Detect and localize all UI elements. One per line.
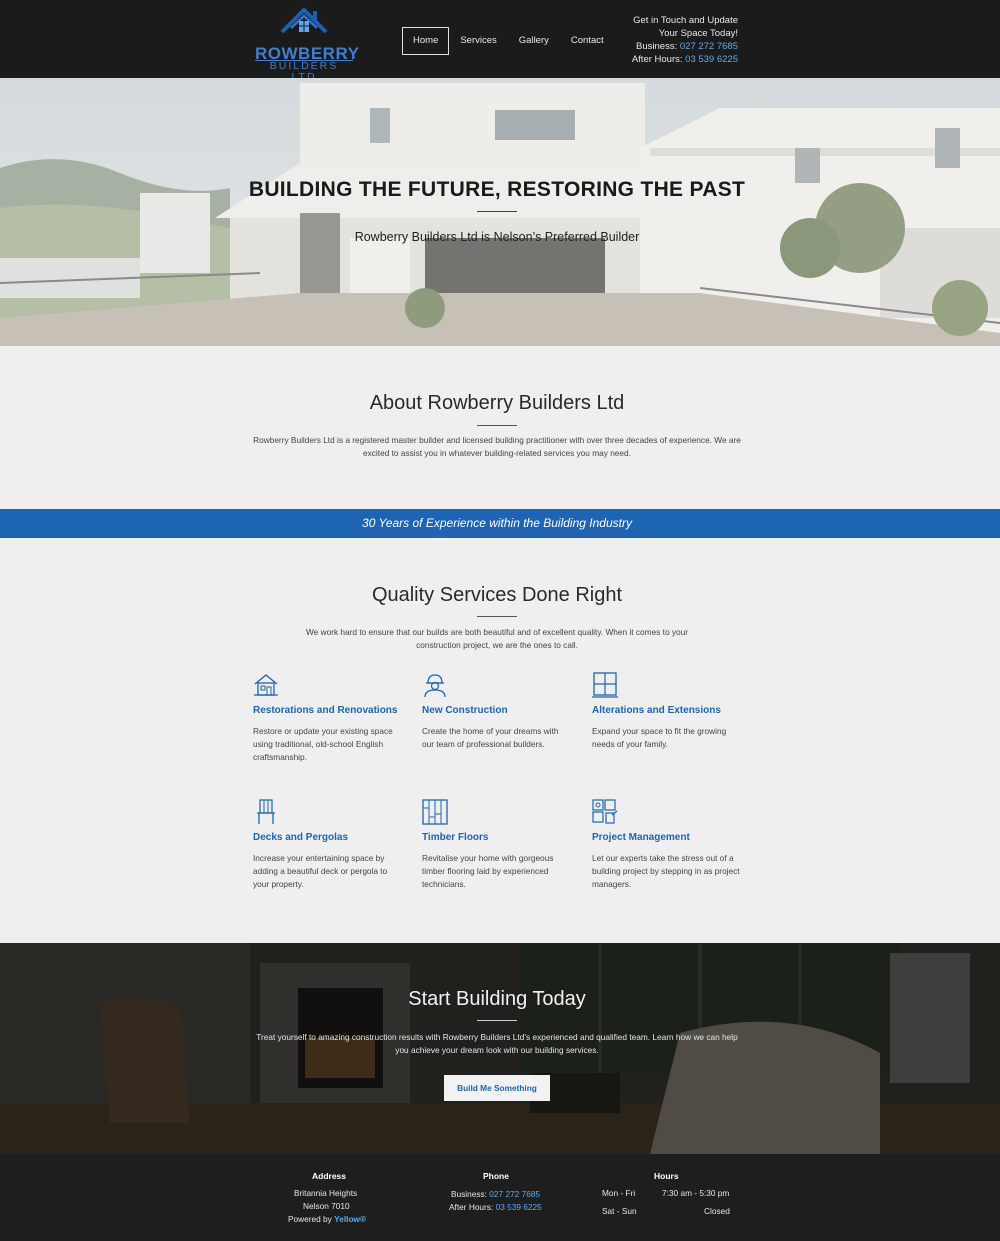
- nav-gallery[interactable]: Gallery: [508, 27, 560, 55]
- address-line-2: Nelson 7010: [303, 1201, 350, 1211]
- service-title: Decks and Pergolas: [253, 832, 349, 843]
- service-description: Let our experts take the stress out of a…: [592, 853, 740, 889]
- cta-title: Start Building Today: [408, 988, 586, 1010]
- service-description: Restore or update your existing space us…: [253, 726, 393, 762]
- service-title: Project Management: [592, 832, 690, 843]
- floorboards-icon: [422, 799, 448, 825]
- powered-by-label: Powered by: [288, 1214, 332, 1224]
- cta-divider: [477, 1020, 517, 1021]
- powered-by: Powered by Yellow®: [288, 1214, 366, 1224]
- services-intro: We work hard to ensure that our builds a…: [305, 627, 689, 650]
- after-hours-row: After Hours: 03 539 6225: [632, 53, 738, 66]
- about-title: About Rowberry Builders Ltd: [369, 392, 625, 414]
- cta-section: Start Building Today Treat yourself to a…: [0, 943, 1000, 1154]
- business-phone-link[interactable]: 027 272 7685: [680, 41, 738, 52]
- brand-logo[interactable]: ROWBERRY BUILDERS LTD: [255, 6, 359, 84]
- yellow-link[interactable]: Yellow®: [334, 1214, 366, 1224]
- main-nav: Home Services Gallery Contact: [402, 27, 615, 55]
- business-phone-row: Business: 027 272 7685: [632, 40, 738, 53]
- phone-heading: Phone: [483, 1171, 509, 1181]
- cta-text: Treat yourself to amazing construction r…: [256, 1032, 738, 1055]
- after-hours-label: After Hours:: [631, 54, 683, 65]
- service-description: Expand your space to fit the growing nee…: [592, 726, 727, 749]
- about-text: Rowberry Builders Ltd is a registered ma…: [253, 435, 741, 458]
- service-title: Restorations and Renovations: [253, 705, 398, 716]
- header-contact: Get in Touch and Update Your Space Today…: [632, 14, 738, 66]
- nav-home[interactable]: Home: [402, 27, 450, 55]
- deck-chair-icon: [257, 799, 275, 824]
- address-heading: Address: [312, 1171, 347, 1181]
- hero-subtitle: Rowberry Builders Ltd is Nelson’s Prefer…: [354, 230, 640, 244]
- contact-line-1: Get in Touch and Update: [633, 15, 738, 26]
- experience-band: 30 Years of Experience within the Buildi…: [0, 509, 1000, 538]
- weekend-label: Sat - Sun: [602, 1206, 637, 1216]
- footer-after-hours-phone-link[interactable]: 03 539 6225: [496, 1202, 542, 1212]
- business-label: Business:: [636, 41, 678, 52]
- about-divider: [477, 425, 517, 426]
- window-icon: [592, 672, 618, 698]
- hours-heading: Hours: [654, 1171, 679, 1181]
- service-title: New Construction: [422, 705, 508, 716]
- contact-line-2: Your Space Today!: [658, 28, 738, 39]
- hero-divider: [477, 211, 517, 212]
- builder-icon: [424, 674, 446, 698]
- footer-business-row: Business: 027 272 7685: [451, 1189, 540, 1199]
- service-description: Create the home of your dreams with our …: [422, 726, 559, 749]
- house-logo-icon: [280, 7, 328, 34]
- build-me-something-button[interactable]: Build Me Something: [444, 1075, 550, 1101]
- hero-title: BUILDING THE FUTURE, RESTORING THE PAST: [248, 178, 746, 201]
- service-title: Timber Floors: [422, 832, 489, 843]
- footer-after-hours-row: After Hours: 03 539 6225: [449, 1202, 542, 1212]
- footer-business-label: Business:: [451, 1189, 487, 1199]
- after-hours-phone-link[interactable]: 03 539 6225: [685, 54, 738, 65]
- footer-business-phone-link[interactable]: 027 272 7685: [489, 1189, 540, 1199]
- weekend-hours: Closed: [704, 1206, 730, 1216]
- site-footer: Address Britannia Heights Nelson 7010 Po…: [0, 1154, 1000, 1241]
- service-description: Revitalise your home with gorgeous timbe…: [422, 853, 554, 889]
- services-divider: [477, 616, 517, 617]
- footer-after-hours-label: After Hours:: [449, 1202, 494, 1212]
- hero-banner: BUILDING THE FUTURE, RESTORING THE PAST …: [0, 78, 1000, 346]
- blueprint-icon: [592, 799, 618, 824]
- hero-house-image: [0, 78, 1000, 346]
- address-line-1: Britannia Heights: [294, 1188, 358, 1198]
- house-icon: [254, 674, 278, 696]
- site-header: ROWBERRY BUILDERS LTD Home Services Gall…: [0, 0, 1000, 84]
- service-description: Increase your entertaining space by addi…: [253, 853, 388, 889]
- service-title: Alterations and Extensions: [592, 705, 721, 716]
- nav-services[interactable]: Services: [449, 27, 507, 55]
- weekday-hours: 7:30 am - 5:30 pm: [662, 1188, 730, 1198]
- weekday-label: Mon - Fri: [602, 1188, 636, 1198]
- services-title: Quality Services Done Right: [371, 584, 623, 606]
- nav-contact[interactable]: Contact: [560, 27, 615, 55]
